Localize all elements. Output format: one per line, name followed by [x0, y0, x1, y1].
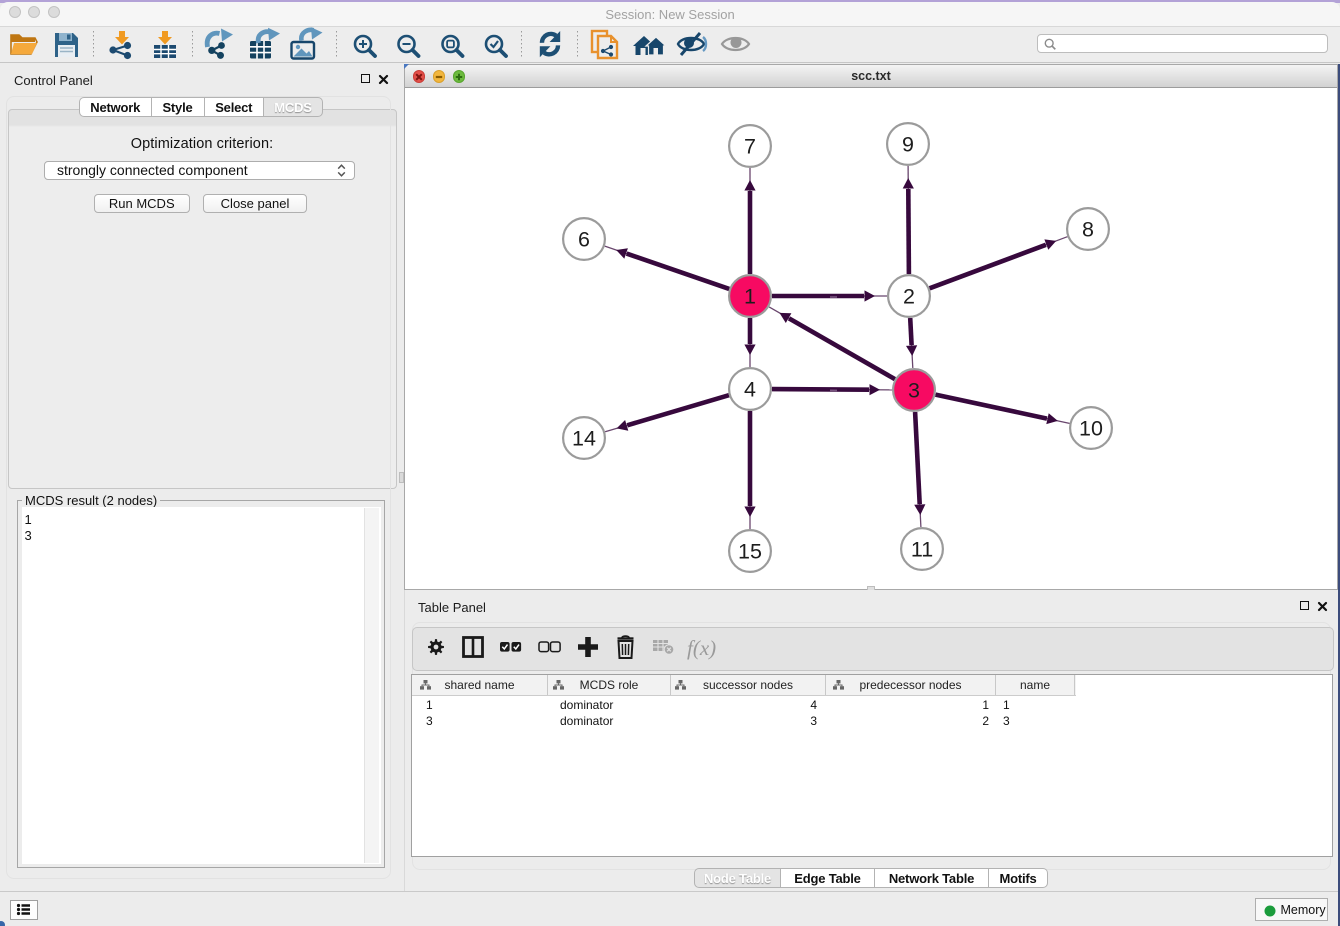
svg-text:14: 14	[572, 427, 596, 451]
svg-text:9: 9	[902, 133, 914, 157]
svg-text:6: 6	[578, 228, 590, 252]
svg-text:7: 7	[744, 135, 756, 159]
svg-text:3: 3	[908, 379, 920, 403]
svg-text:15: 15	[738, 540, 762, 564]
svg-text:1: 1	[744, 285, 756, 309]
svg-text:11: 11	[911, 538, 933, 562]
svg-text:4: 4	[744, 378, 756, 402]
svg-text:10: 10	[1079, 417, 1103, 441]
svg-text:8: 8	[1082, 218, 1094, 242]
svg-text:f(x): f(x)	[687, 636, 716, 660]
svg-text:2: 2	[903, 285, 915, 309]
